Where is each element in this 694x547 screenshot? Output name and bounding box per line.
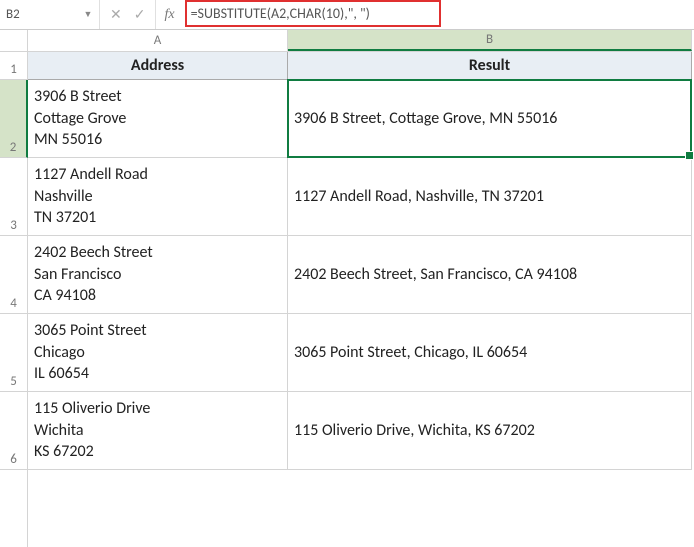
accept-icon[interactable]: ✓ <box>134 6 146 23</box>
cell-a2[interactable]: 3906 B Street Cottage Grove MN 55016 <box>28 80 288 158</box>
formula-text: =SUBSTITUTE(A2,CHAR(10),", ") <box>191 5 370 22</box>
cell-a5[interactable]: 3065 Point Street Chicago IL 60654 <box>28 314 288 392</box>
cell-a6[interactable]: 115 Oliverio Drive Wichita KS 67202 <box>28 392 288 470</box>
cell-a4[interactable]: 2402 Beech Street San Francisco CA 94108 <box>28 236 288 314</box>
cell-b5[interactable]: 3065 Point Street, Chicago, IL 60654 <box>288 314 692 392</box>
table-row: 3065 Point Street Chicago IL 60654 3065 … <box>28 314 694 392</box>
formula-bar-buttons: ✕ ✓ <box>100 0 156 29</box>
header-cell-result[interactable]: Result <box>288 52 692 80</box>
row-header-6[interactable]: 6 <box>0 392 27 470</box>
cell-a3[interactable]: 1127 Andell Road Nashville TN 37201 <box>28 158 288 236</box>
name-box-dropdown-icon[interactable]: ▼ <box>81 9 95 20</box>
header-cell-address[interactable]: Address <box>28 52 288 80</box>
row-header-1[interactable]: 1 <box>0 52 27 80</box>
cancel-icon[interactable]: ✕ <box>110 6 122 23</box>
fx-icon[interactable]: fx <box>156 7 182 23</box>
name-box[interactable]: B2 ▼ <box>0 0 100 29</box>
row-headers: 1 2 3 4 5 6 <box>0 52 28 547</box>
formula-highlight: =SUBSTITUTE(A2,CHAR(10),", ") <box>185 0 441 27</box>
cell-b6[interactable]: 115 Oliverio Drive, Wichita, KS 67202 <box>288 392 692 470</box>
cell-b2[interactable]: 3906 B Street, Cottage Grove, MN 55016 <box>288 80 692 158</box>
table-row: 1127 Andell Road Nashville TN 37201 1127… <box>28 158 694 236</box>
select-all-corner[interactable] <box>0 30 28 52</box>
col-header-b[interactable]: B <box>288 30 692 51</box>
col-header-a[interactable]: A <box>28 30 288 51</box>
row-header-3[interactable]: 3 <box>0 158 27 236</box>
formula-input[interactable]: =SUBSTITUTE(A2,CHAR(10),", ") <box>183 0 694 29</box>
row-header-2[interactable]: 2 <box>0 80 28 158</box>
cells-area[interactable]: Address Result 3906 B Street Cottage Gro… <box>28 52 694 547</box>
cell-b3[interactable]: 1127 Andell Road, Nashville, TN 37201 <box>288 158 692 236</box>
table-header-row: Address Result <box>28 52 694 80</box>
row-header-5[interactable]: 5 <box>0 314 27 392</box>
table-row: 115 Oliverio Drive Wichita KS 67202 115 … <box>28 392 694 470</box>
formula-bar: B2 ▼ ✕ ✓ fx =SUBSTITUTE(A2,CHAR(10),", "… <box>0 0 694 30</box>
cell-b4[interactable]: 2402 Beech Street, San Francisco, CA 941… <box>288 236 692 314</box>
table-row: 3906 B Street Cottage Grove MN 55016 390… <box>28 80 694 158</box>
name-box-value: B2 <box>6 7 81 22</box>
table-row: 2402 Beech Street San Francisco CA 94108… <box>28 236 694 314</box>
column-headers: A B <box>28 30 692 52</box>
row-header-4[interactable]: 4 <box>0 236 27 314</box>
